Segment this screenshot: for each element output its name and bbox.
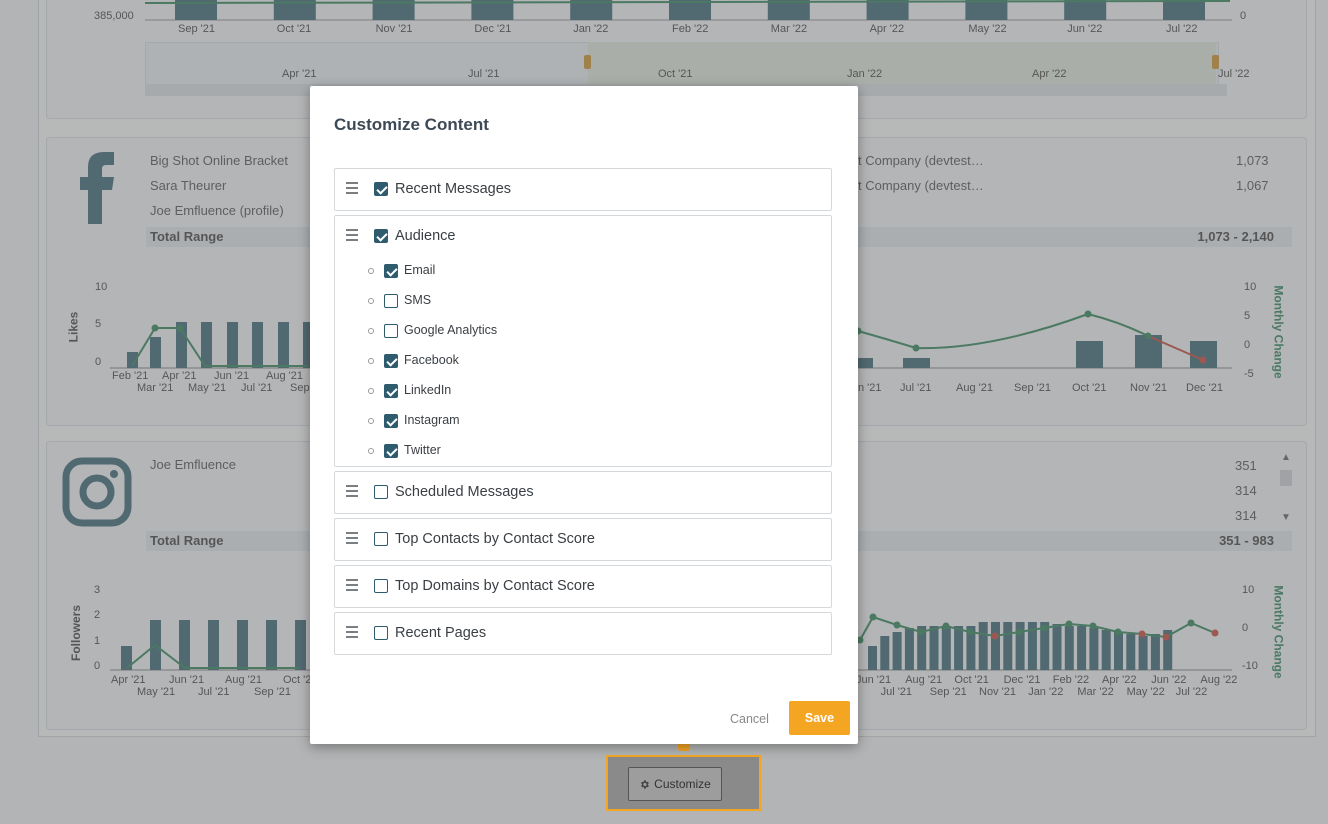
content-item-header[interactable]: Top Contacts by Contact Score [335,519,831,559]
sub-item-checkbox[interactable] [384,354,398,368]
content-item-header[interactable]: Scheduled Messages [335,472,831,512]
content-item-header[interactable]: Top Domains by Contact Score [335,566,831,606]
sub-item-label: LinkedIn [404,383,452,397]
content-item[interactable]: Recent Pages [334,612,832,655]
content-item[interactable]: Scheduled Messages [334,471,832,514]
sub-item[interactable]: Google Analytics [335,316,831,346]
drag-handle-icon[interactable] [346,579,358,594]
sub-item-label: Facebook [404,353,459,367]
customize-button[interactable]: Customize [628,767,722,801]
bullet-icon [368,358,374,364]
content-item-label: Audience [395,228,456,244]
content-item[interactable]: Top Domains by Contact Score [334,565,832,608]
content-item-header[interactable]: Recent Pages [335,613,831,653]
drag-handle-icon[interactable] [346,229,358,244]
content-item[interactable]: Audience Email SMS Google Analytics Facebook… [334,215,832,467]
customize-button-label: Customize [654,777,711,791]
drag-handle-icon[interactable] [346,626,358,641]
content-item-checkbox[interactable] [374,532,388,546]
sub-item[interactable]: Twitter [335,436,831,466]
sub-item-checkbox[interactable] [384,264,398,278]
content-item-checkbox[interactable] [374,229,388,243]
sub-item-checkbox[interactable] [384,294,398,308]
modal-title: Customize Content [334,115,489,134]
sub-item[interactable]: Facebook [335,346,831,376]
content-item-checkbox[interactable] [374,626,388,640]
sub-item-checkbox[interactable] [384,324,398,338]
sub-item-label: Email [404,263,436,277]
sub-item-label: SMS [404,293,432,307]
drag-handle-icon[interactable] [346,485,358,500]
bullet-icon [368,388,374,394]
content-item-header[interactable]: Audience [335,216,831,256]
drag-handle-icon[interactable] [346,532,358,547]
content-item[interactable]: Top Contacts by Contact Score [334,518,832,561]
content-item-label: Top Domains by Contact Score [395,578,595,594]
sub-item[interactable]: SMS [335,286,831,316]
content-item-label: Recent Messages [395,181,512,197]
sub-item[interactable]: Email [335,256,831,286]
content-item-checkbox[interactable] [374,182,388,196]
bullet-icon [368,448,374,454]
sub-item-checkbox[interactable] [384,384,398,398]
bullet-icon [368,268,374,274]
content-item[interactable]: Recent Messages [334,168,832,211]
save-button[interactable]: Save [789,701,850,735]
content-item-label: Recent Pages [395,625,487,641]
sub-item-checkbox[interactable] [384,444,398,458]
content-item-label: Top Contacts by Contact Score [395,531,595,547]
content-item-checkbox[interactable] [374,579,388,593]
sub-item-label: Google Analytics [404,323,498,337]
bullet-icon [368,328,374,334]
sub-item[interactable]: Instagram [335,406,831,436]
content-item-label: Scheduled Messages [395,484,534,500]
content-item-header[interactable]: Recent Messages [335,169,831,209]
bullet-icon [368,418,374,424]
bullet-icon [368,298,374,304]
sub-item-label: Instagram [404,413,460,427]
sub-item-label: Twitter [404,443,441,457]
drag-handle-icon[interactable] [346,182,358,197]
content-item-checkbox[interactable] [374,485,388,499]
sub-item-checkbox[interactable] [384,414,398,428]
sub-item[interactable]: LinkedIn [335,376,831,406]
cancel-button[interactable]: Cancel [730,712,769,726]
customize-content-modal: Customize Content Recent Messages Audienc… [310,86,858,744]
gear-icon [641,779,650,789]
